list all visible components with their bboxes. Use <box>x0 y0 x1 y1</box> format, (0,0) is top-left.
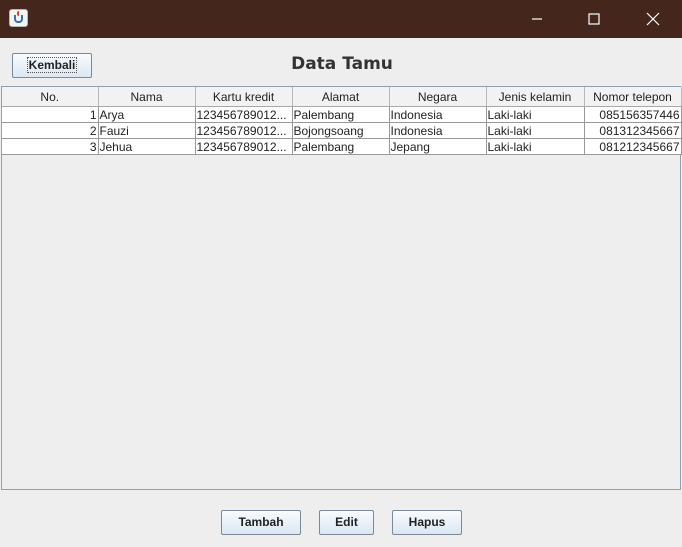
table-row[interactable]: 3 Jehua 123456789012... Palembang Jepang… <box>2 138 682 155</box>
cell-no[interactable]: 3 <box>2 138 99 155</box>
add-button[interactable]: Tambah <box>221 510 301 535</box>
cell-nama[interactable]: Jehua <box>98 138 196 155</box>
cell-nama[interactable]: Fauzi <box>98 122 196 139</box>
close-button[interactable] <box>630 0 676 38</box>
column-header-alamat[interactable]: Alamat <box>292 87 390 107</box>
cell-alamat[interactable]: Palembang <box>292 106 390 123</box>
maximize-button[interactable] <box>571 0 617 38</box>
table-row[interactable]: 1 Arya 123456789012... Palembang Indones… <box>2 106 682 123</box>
minimize-button[interactable] <box>514 0 560 38</box>
cell-negara[interactable]: Indonesia <box>389 106 487 123</box>
cell-nomor-telepon[interactable]: 081212345667 <box>584 138 682 155</box>
cell-negara[interactable]: Indonesia <box>389 122 487 139</box>
cell-nama[interactable]: Arya <box>98 106 196 123</box>
table-header-row: No. Nama Kartu kredit Alamat Negara Jeni… <box>2 87 682 107</box>
cell-jenis-kelamin[interactable]: Laki-laki <box>486 122 585 139</box>
column-header-no[interactable]: No. <box>2 87 99 107</box>
guest-table[interactable]: No. Nama Kartu kredit Alamat Negara Jeni… <box>2 87 682 155</box>
delete-button[interactable]: Hapus <box>392 510 462 535</box>
table-row[interactable]: 2 Fauzi 123456789012... Bojongsoang Indo… <box>2 122 682 139</box>
java-cup-icon <box>9 9 28 27</box>
close-icon <box>646 12 660 26</box>
cell-alamat[interactable]: Palembang <box>292 138 390 155</box>
cell-jenis-kelamin[interactable]: Laki-laki <box>486 106 585 123</box>
page-title: Data Tamu <box>291 54 393 74</box>
cell-jenis-kelamin[interactable]: Laki-laki <box>486 138 585 155</box>
cell-no[interactable]: 2 <box>2 122 99 139</box>
cell-alamat[interactable]: Bojongsoang <box>292 122 390 139</box>
cell-nomor-telepon[interactable]: 081312345667 <box>584 122 682 139</box>
back-button[interactable]: Kembali <box>12 53 92 78</box>
column-header-jenis-kelamin[interactable]: Jenis kelamin <box>486 87 585 107</box>
column-header-kartu-kredit[interactable]: Kartu kredit <box>195 87 293 107</box>
column-header-negara[interactable]: Negara <box>389 87 487 107</box>
edit-button[interactable]: Edit <box>319 510 374 535</box>
minimize-icon <box>532 18 542 20</box>
cell-negara[interactable]: Jepang <box>389 138 487 155</box>
cell-kartu-kredit[interactable]: 123456789012... <box>195 138 293 155</box>
back-button-label: Kembali <box>26 57 78 73</box>
cell-kartu-kredit[interactable]: 123456789012... <box>195 122 293 139</box>
cell-kartu-kredit[interactable]: 123456789012... <box>195 106 293 123</box>
maximize-icon <box>588 13 600 25</box>
cell-no[interactable]: 1 <box>2 106 99 123</box>
column-header-nomor-telepon[interactable]: Nomor telepon <box>584 87 682 107</box>
title-bar <box>0 0 682 38</box>
column-header-nama[interactable]: Nama <box>98 87 196 107</box>
guest-table-scroll-pane[interactable]: No. Nama Kartu kredit Alamat Negara Jeni… <box>1 86 682 490</box>
cell-nomor-telepon[interactable]: 085156357446 <box>584 106 682 123</box>
